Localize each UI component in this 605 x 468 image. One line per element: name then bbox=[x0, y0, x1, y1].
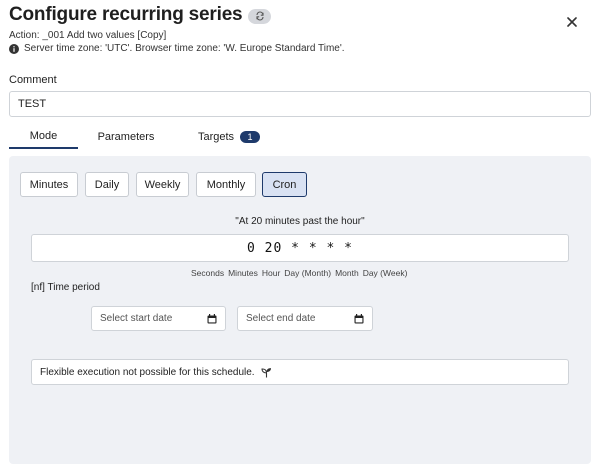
cron-field-day-week: Day (Week) bbox=[362, 268, 408, 278]
calendar-icon bbox=[207, 313, 217, 323]
cron-field-labels: Seconds Minutes Hour Day (Month) Month D… bbox=[191, 268, 407, 278]
end-date-input[interactable]: Select end date bbox=[237, 306, 373, 331]
cron-description: "At 20 minutes past the hour" bbox=[235, 216, 365, 227]
cron-field-hour: Hour bbox=[261, 268, 281, 278]
start-date-placeholder: Select start date bbox=[100, 313, 173, 324]
recurring-badge bbox=[248, 8, 272, 24]
mode-panel: Minutes Daily Weekly Monthly Cron "At 20… bbox=[9, 156, 591, 464]
dialog-title: Configure recurring series bbox=[9, 4, 243, 25]
mode-monthly-button[interactable]: Monthly bbox=[196, 172, 256, 197]
close-button[interactable] bbox=[563, 13, 581, 31]
close-icon bbox=[567, 17, 577, 27]
cron-field-minutes: Minutes bbox=[228, 268, 258, 278]
comment-label: Comment bbox=[9, 74, 57, 86]
timezone-text: Server time zone: 'UTC'. Browser time zo… bbox=[24, 43, 345, 54]
end-date-placeholder: Select end date bbox=[246, 313, 316, 324]
cron-field-month: Month bbox=[335, 268, 359, 278]
tab-bar: Mode Parameters Targets 1 bbox=[9, 125, 269, 149]
tab-targets[interactable]: Targets 1 bbox=[189, 125, 269, 149]
info-icon bbox=[9, 43, 19, 54]
tab-parameters-label: Parameters bbox=[97, 131, 155, 143]
cron-expression-input[interactable] bbox=[31, 234, 569, 262]
timezone-info: Server time zone: 'UTC'. Browser time zo… bbox=[9, 43, 345, 54]
comment-input[interactable] bbox=[9, 91, 591, 117]
recurring-arrows-icon bbox=[256, 11, 264, 21]
flexible-execution-text: Flexible execution not possible for this… bbox=[40, 366, 255, 378]
dialog-header: Configure recurring series bbox=[9, 4, 272, 26]
mode-weekly-button[interactable]: Weekly bbox=[136, 172, 189, 197]
cron-field-day-month: Day (Month) bbox=[284, 268, 332, 278]
mode-minutes-button[interactable]: Minutes bbox=[20, 172, 78, 197]
tab-parameters[interactable]: Parameters bbox=[92, 125, 160, 149]
targets-count-badge: 1 bbox=[240, 131, 261, 143]
cron-field-seconds: Seconds bbox=[191, 268, 225, 278]
start-date-input[interactable]: Select start date bbox=[91, 306, 226, 331]
flexible-execution-notice: Flexible execution not possible for this… bbox=[31, 359, 569, 385]
tab-mode-label: Mode bbox=[29, 130, 58, 142]
mode-cron-button[interactable]: Cron bbox=[262, 172, 307, 197]
time-period-label: [nf] Time period bbox=[31, 282, 100, 293]
mode-daily-button[interactable]: Daily bbox=[85, 172, 129, 197]
sprout-icon bbox=[261, 367, 271, 377]
calendar-icon bbox=[354, 313, 364, 323]
tab-mode[interactable]: Mode bbox=[9, 125, 78, 149]
action-info: Action: _001 Add two values [Copy] bbox=[9, 30, 167, 41]
tab-targets-label: Targets bbox=[197, 131, 235, 143]
